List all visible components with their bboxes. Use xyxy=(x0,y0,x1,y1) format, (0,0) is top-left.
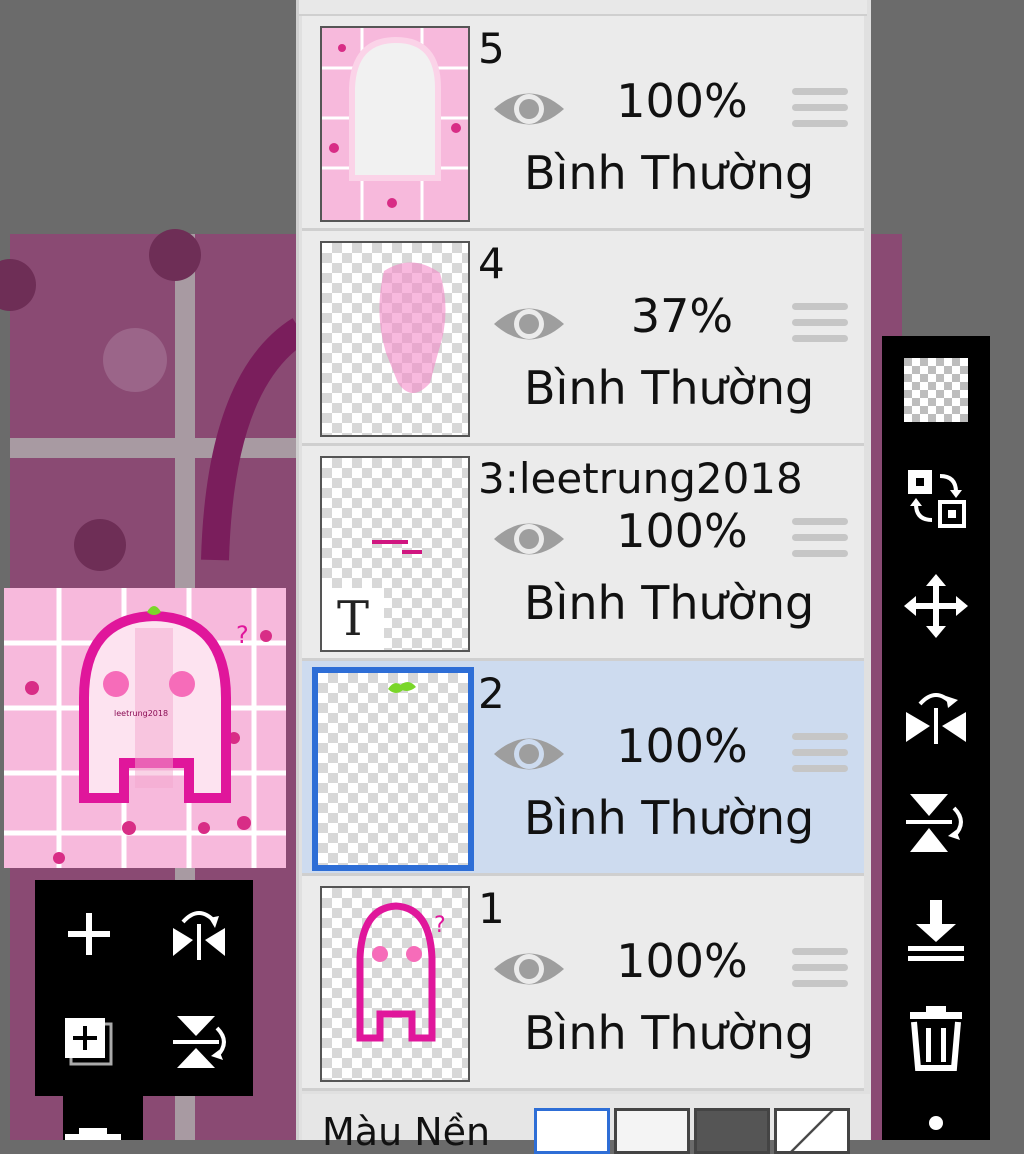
layer-4-thumbnail-image xyxy=(379,262,446,393)
layer-name[interactable]: 1 xyxy=(478,884,505,933)
layer-1-thumbnail-image: ? xyxy=(356,902,446,1042)
layer-row-5[interactable]: 5 100% Bình Thường xyxy=(302,16,864,231)
layer-opacity[interactable]: 100% xyxy=(602,719,762,773)
visibility-toggle[interactable] xyxy=(490,84,568,134)
background-color-label: Màu Nền xyxy=(322,1110,491,1154)
visibility-toggle[interactable] xyxy=(490,729,568,779)
background-color-row: Màu Nền xyxy=(302,1094,870,1154)
more-icon xyxy=(929,1116,943,1130)
delete-layer-button[interactable] xyxy=(896,998,976,1078)
drag-handle[interactable] xyxy=(792,733,848,777)
flip-horizontal-icon xyxy=(173,911,225,960)
flip-horizontal-button[interactable] xyxy=(896,674,976,754)
layer-2-thumbnail-image xyxy=(388,682,416,693)
merge-down-icon xyxy=(908,900,964,961)
clipboard-button[interactable] xyxy=(63,1126,123,1140)
transparency-lock-icon xyxy=(904,358,968,422)
visibility-toggle[interactable] xyxy=(490,944,568,994)
move-icon xyxy=(904,574,968,638)
eye-icon xyxy=(494,738,564,770)
drag-handle[interactable] xyxy=(792,88,848,132)
background-swatch-white[interactable] xyxy=(534,1108,610,1154)
drag-handle[interactable] xyxy=(792,303,848,347)
layer-opacity[interactable]: 100% xyxy=(602,504,762,558)
text-layer-badge: T xyxy=(322,588,384,650)
layer-name[interactable]: 2 xyxy=(478,669,505,718)
layer-thumbnail[interactable]: T xyxy=(320,456,470,652)
swap-layers-button[interactable] xyxy=(896,458,976,538)
layer-thumbnail[interactable]: ? xyxy=(320,886,470,1082)
layer-actions-toolbar-extension xyxy=(63,1096,143,1140)
background-swatch-transparent[interactable] xyxy=(614,1108,690,1154)
background-swatch-dark-checker[interactable] xyxy=(694,1108,770,1154)
layer-tools-toolbar xyxy=(882,336,990,1140)
layer-blend-mode[interactable]: Bình Thường xyxy=(524,361,814,415)
svg-text:?: ? xyxy=(434,913,446,938)
flip-horizontal-icon xyxy=(906,693,966,744)
layer-row-2[interactable]: 2 100% Bình Thường xyxy=(302,661,864,876)
layer-name[interactable]: 3:leetrung2018 xyxy=(478,454,803,503)
eye-icon xyxy=(494,523,564,555)
canvas-preview[interactable]: ? leetrung2018 xyxy=(4,588,286,868)
eye-icon xyxy=(494,93,564,125)
svg-text:leetrung2018: leetrung2018 xyxy=(114,709,168,718)
layer-thumbnail[interactable] xyxy=(320,26,470,222)
layer-name[interactable]: 4 xyxy=(478,239,505,288)
layer-blend-mode[interactable]: Bình Thường xyxy=(524,146,814,200)
preview-image: ? leetrung2018 xyxy=(4,588,286,868)
layer-row-partial[interactable] xyxy=(299,0,867,16)
flip-vertical-icon xyxy=(173,1016,226,1068)
transparency-lock-button[interactable] xyxy=(896,350,976,430)
more-options-button[interactable] xyxy=(896,1106,976,1140)
drag-handle[interactable] xyxy=(792,948,848,992)
eye-icon xyxy=(494,953,564,985)
layer-thumbnail[interactable] xyxy=(312,667,474,871)
layer-thumbnail[interactable] xyxy=(320,241,470,437)
flip-horizontal-button[interactable] xyxy=(163,902,235,966)
swap-layers-icon xyxy=(908,470,966,528)
layer-opacity[interactable]: 100% xyxy=(602,74,762,128)
svg-text:?: ? xyxy=(236,621,249,649)
flip-vertical-button[interactable] xyxy=(896,782,976,862)
layer-opacity[interactable]: 37% xyxy=(602,289,762,343)
add-folder-layer-icon xyxy=(65,1018,113,1066)
layer-5-thumbnail-image xyxy=(322,28,468,220)
layer-blend-mode[interactable]: Bình Thường xyxy=(524,1006,814,1060)
layer-row-3[interactable]: T 3:leetrung2018 100% Bình Thường xyxy=(302,446,864,661)
visibility-toggle[interactable] xyxy=(490,514,568,564)
move-button[interactable] xyxy=(896,566,976,646)
layer-blend-mode[interactable]: Bình Thường xyxy=(524,576,814,630)
layer-blend-mode[interactable]: Bình Thường xyxy=(524,791,814,845)
add-layer-button[interactable] xyxy=(57,902,121,966)
flip-vertical-icon xyxy=(906,794,963,852)
background-swatch-custom[interactable] xyxy=(774,1108,850,1154)
layer-actions-toolbar xyxy=(35,880,253,1096)
flip-vertical-button[interactable] xyxy=(163,1010,235,1074)
trash-icon xyxy=(910,1006,962,1071)
layer-opacity[interactable]: 100% xyxy=(602,934,762,988)
merge-down-button[interactable] xyxy=(896,890,976,970)
eye-icon xyxy=(494,308,564,340)
drag-handle[interactable] xyxy=(792,518,848,562)
layer-row-1[interactable]: ? 1 100% Bình Thường xyxy=(302,876,864,1091)
add-folder-layer-button[interactable] xyxy=(57,1010,121,1074)
clipboard-icon xyxy=(65,1128,121,1140)
layer-row-4[interactable]: 4 37% Bình Thường xyxy=(302,231,864,446)
add-layer-icon xyxy=(68,913,110,955)
layer-panel: 5 100% Bình Thường 4 37% Bình Thường T 3… xyxy=(296,0,871,1154)
visibility-toggle[interactable] xyxy=(490,299,568,349)
layer-name[interactable]: 5 xyxy=(478,24,505,73)
